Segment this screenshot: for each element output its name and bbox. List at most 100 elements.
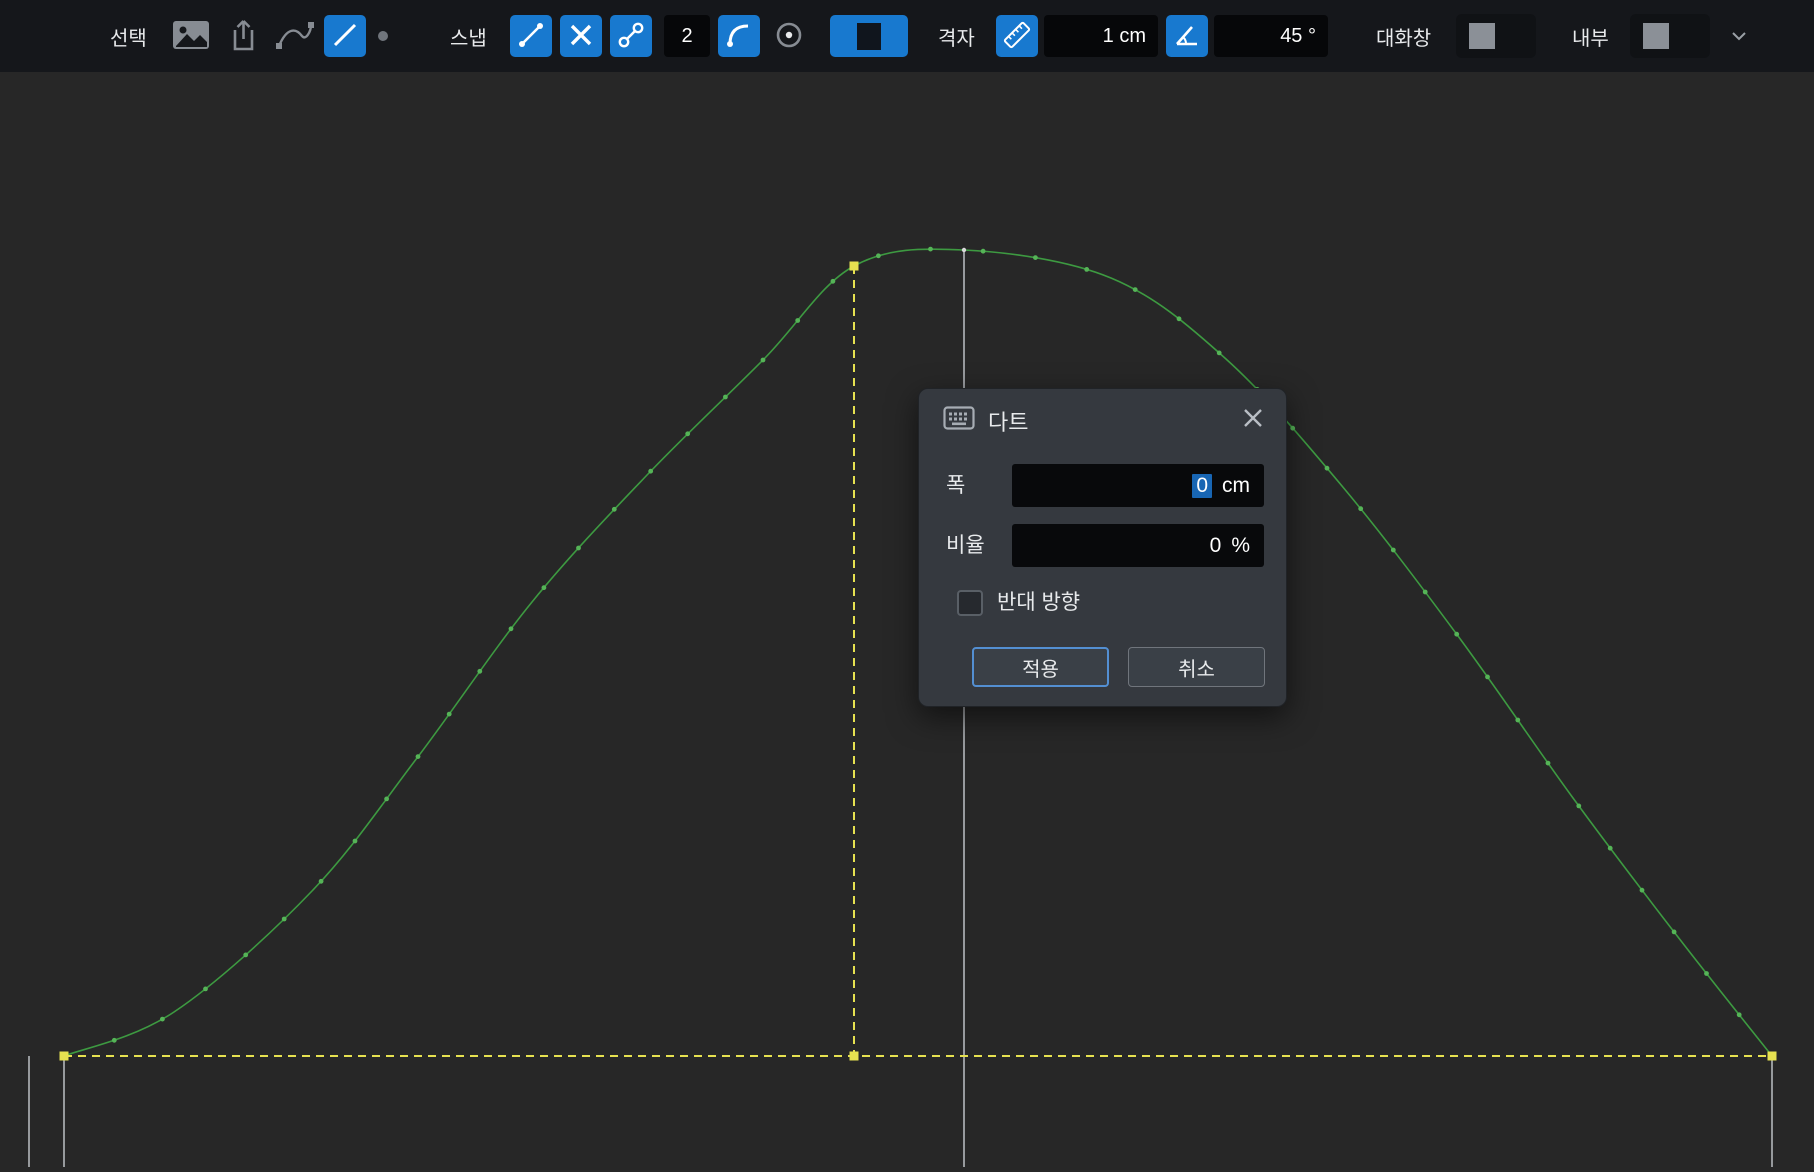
snap-fillet-button[interactable] xyxy=(718,15,760,57)
curve-point[interactable] xyxy=(1290,426,1295,431)
snap-intersection-button[interactable] xyxy=(560,15,602,57)
ratio-value: 0 xyxy=(1210,534,1222,558)
grid-label: 격자 xyxy=(938,22,984,51)
reverse-direction-label: 반대 방향 xyxy=(997,590,1080,616)
curve-point[interactable] xyxy=(160,1017,165,1022)
curve-point[interactable] xyxy=(282,917,287,922)
curve-point[interactable] xyxy=(542,585,547,590)
curve-point[interactable] xyxy=(1454,632,1459,637)
nodes-icon xyxy=(617,21,645,52)
interior-label: 내부 xyxy=(1572,22,1618,51)
grid-angle-field[interactable]: 45 ° xyxy=(1214,15,1328,57)
point-tool-icon[interactable] xyxy=(378,31,388,41)
curve-point[interactable] xyxy=(831,279,836,284)
target-icon xyxy=(773,19,805,54)
curve-point[interactable] xyxy=(761,358,766,363)
image-tool-button[interactable] xyxy=(170,15,212,57)
curve-point[interactable] xyxy=(685,431,690,436)
export-icon xyxy=(228,17,258,56)
control-handle[interactable] xyxy=(1768,1052,1777,1061)
reverse-direction-checkbox[interactable] xyxy=(957,590,983,616)
drawing-canvas[interactable] xyxy=(0,72,1814,1167)
curve-point[interactable] xyxy=(477,669,482,674)
curve-point[interactable] xyxy=(1133,287,1138,292)
polyline-icon xyxy=(275,19,315,54)
curve-point[interactable] xyxy=(1033,255,1038,260)
ratio-label: 비율 xyxy=(946,524,985,567)
dialog-checkbox-box xyxy=(1469,23,1495,49)
ratio-unit: % xyxy=(1231,534,1250,558)
cross-icon xyxy=(568,22,594,51)
close-button[interactable] xyxy=(1240,406,1266,432)
curve-point[interactable] xyxy=(648,469,653,474)
curve-point[interactable] xyxy=(1672,930,1677,935)
control-handle[interactable] xyxy=(850,262,859,271)
snap-count-field[interactable]: 2 xyxy=(664,15,710,57)
curve-point[interactable] xyxy=(243,953,248,958)
curve-point[interactable] xyxy=(203,987,208,992)
curve-point[interactable] xyxy=(1515,718,1520,723)
curve-point[interactable] xyxy=(1608,846,1613,851)
curve-point[interactable] xyxy=(1084,267,1089,272)
export-tool-button[interactable] xyxy=(222,15,264,57)
snap-count-value: 2 xyxy=(681,25,692,48)
snap-nodes-button[interactable] xyxy=(610,15,652,57)
curve-point[interactable] xyxy=(928,247,933,252)
curve-point[interactable] xyxy=(1217,351,1222,356)
ratio-input[interactable]: 0 % xyxy=(1012,524,1264,567)
snap-center-button[interactable] xyxy=(768,15,810,57)
curve-point[interactable] xyxy=(1576,804,1581,809)
curve-point[interactable] xyxy=(1546,761,1551,766)
curve-point[interactable] xyxy=(612,507,617,512)
width-input[interactable]: 0 cm xyxy=(1012,464,1264,507)
dialog-checkbox[interactable] xyxy=(1456,14,1536,58)
line-icon xyxy=(332,22,358,51)
width-unit: cm xyxy=(1222,474,1250,498)
control-handle[interactable] xyxy=(850,1052,859,1061)
snap-fill-toggle[interactable] xyxy=(830,15,908,57)
segment-icon xyxy=(517,21,545,52)
fillet-icon xyxy=(725,21,753,52)
curve-point[interactable] xyxy=(1177,316,1182,321)
curve-point[interactable] xyxy=(1325,466,1330,471)
curve-point[interactable] xyxy=(1640,888,1645,893)
grid-ruler-button[interactable] xyxy=(996,15,1038,57)
curve-point[interactable] xyxy=(319,879,324,884)
curve-point[interactable] xyxy=(876,253,881,258)
curve-point[interactable] xyxy=(981,249,986,254)
curve-point[interactable] xyxy=(1391,548,1396,553)
grid-angle-value: 45 ° xyxy=(1280,25,1316,48)
snap-label: 스냅 xyxy=(450,22,496,51)
curve-point[interactable] xyxy=(1358,506,1363,511)
line-tool-button[interactable] xyxy=(324,15,366,57)
select-label: 선택 xyxy=(110,22,156,51)
curve-point[interactable] xyxy=(353,839,358,844)
toolbar-collapse-chevron-icon[interactable] xyxy=(1730,30,1748,42)
snap-segment-button[interactable] xyxy=(510,15,552,57)
curve-point[interactable] xyxy=(1423,590,1428,595)
curve-point[interactable] xyxy=(576,546,581,551)
curve-point[interactable] xyxy=(447,712,452,717)
curve-point[interactable] xyxy=(416,754,421,759)
interior-checkbox-box xyxy=(1643,23,1669,49)
curve-point[interactable] xyxy=(112,1038,117,1043)
curve-point[interactable] xyxy=(795,318,800,323)
curve-point[interactable] xyxy=(1737,1012,1742,1017)
grid-angle-button[interactable] xyxy=(1166,15,1208,57)
curve-peak-point[interactable] xyxy=(962,248,966,252)
keyboard-icon xyxy=(943,406,975,436)
curve-point[interactable] xyxy=(509,626,514,631)
grid-size-field[interactable]: 1 cm xyxy=(1044,15,1158,57)
pattern-scene[interactable] xyxy=(0,72,1814,1167)
angle-icon xyxy=(1173,21,1201,52)
dart-dialog: 다트 폭 0 cm 비율 0 % 반대 방향 적용 취소 xyxy=(918,388,1287,707)
control-handle[interactable] xyxy=(60,1052,69,1061)
interior-checkbox[interactable] xyxy=(1630,14,1710,58)
polyline-tool-button[interactable] xyxy=(274,15,316,57)
apply-button[interactable]: 적용 xyxy=(972,647,1109,687)
cancel-button[interactable]: 취소 xyxy=(1128,647,1265,687)
curve-point[interactable] xyxy=(1704,971,1709,976)
curve-point[interactable] xyxy=(384,797,389,802)
curve-point[interactable] xyxy=(723,395,728,400)
curve-point[interactable] xyxy=(1485,675,1490,680)
